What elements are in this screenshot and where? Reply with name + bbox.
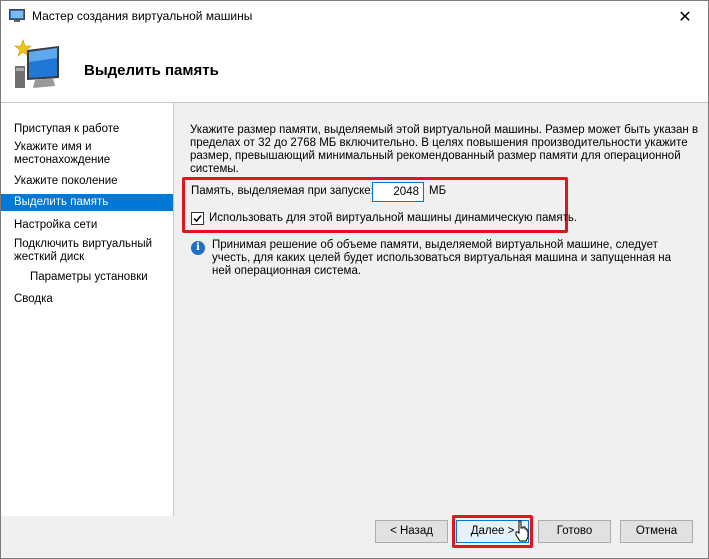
step-label: Сводка <box>14 293 53 305</box>
step-summary[interactable]: Сводка <box>1 293 173 307</box>
finish-button[interactable]: Готово <box>538 520 611 543</box>
intro-text: Укажите размер памяти, выделяемый этой в… <box>190 124 699 175</box>
wizard-header: Выделить память <box>1 32 708 103</box>
step-label: Приступая к работе <box>14 123 120 135</box>
memory-label: Память, выделяемая при запуске: <box>191 185 374 197</box>
step-label: Выделить память <box>14 196 109 208</box>
step-virtual-disk[interactable]: Подключить виртуальный жесткий диск <box>1 238 173 266</box>
info-text: Принимая решение об объеме памяти, выдел… <box>212 239 671 277</box>
step-assign-memory[interactable]: Выделить память <box>1 194 173 211</box>
step-getting-started[interactable]: Приступая к работе <box>1 123 173 137</box>
checkmark-icon <box>193 215 202 223</box>
title-bar: Мастер создания виртуальной машины ✕ <box>1 1 708 32</box>
step-label: Укажите поколение <box>14 175 118 187</box>
close-button[interactable]: ✕ <box>662 1 708 32</box>
info-icon: i <box>191 241 205 255</box>
wizard-steps-sidebar: Приступая к работе Укажите имя и местона… <box>1 103 174 516</box>
memory-input[interactable]: 2048 <box>372 182 424 202</box>
page-heading: Выделить память <box>84 62 219 79</box>
step-generation[interactable]: Укажите поколение <box>1 175 173 189</box>
wizard-content: Укажите размер памяти, выделяемый этой в… <box>174 103 708 516</box>
step-label: Параметры установки <box>30 271 148 283</box>
step-network[interactable]: Настройка сети <box>1 219 173 233</box>
window-title: Мастер создания виртуальной машины <box>32 9 253 23</box>
wizard-monitor-star-icon <box>14 39 59 88</box>
dynamic-memory-checkbox[interactable] <box>191 212 204 225</box>
close-icon: ✕ <box>678 8 692 26</box>
step-label: Настройка сети <box>14 219 98 231</box>
back-button[interactable]: < Назад <box>375 520 448 543</box>
app-monitor-icon <box>9 9 25 22</box>
wizard-window: Мастер создания виртуальной машины ✕ Выд… <box>0 0 709 559</box>
step-name-location[interactable]: Укажите имя и местонахождение <box>1 141 173 169</box>
memory-unit: МБ <box>429 185 447 197</box>
mouse-cursor-icon <box>515 520 529 542</box>
step-installation-options[interactable]: Параметры установки <box>1 271 173 285</box>
cancel-button[interactable]: Отмена <box>620 520 693 543</box>
step-label: Укажите имя и местонахождение <box>14 141 111 166</box>
dynamic-memory-label[interactable]: Использовать для этой виртуальной машины… <box>209 212 577 224</box>
step-label: Подключить виртуальный жесткий диск <box>14 238 153 263</box>
